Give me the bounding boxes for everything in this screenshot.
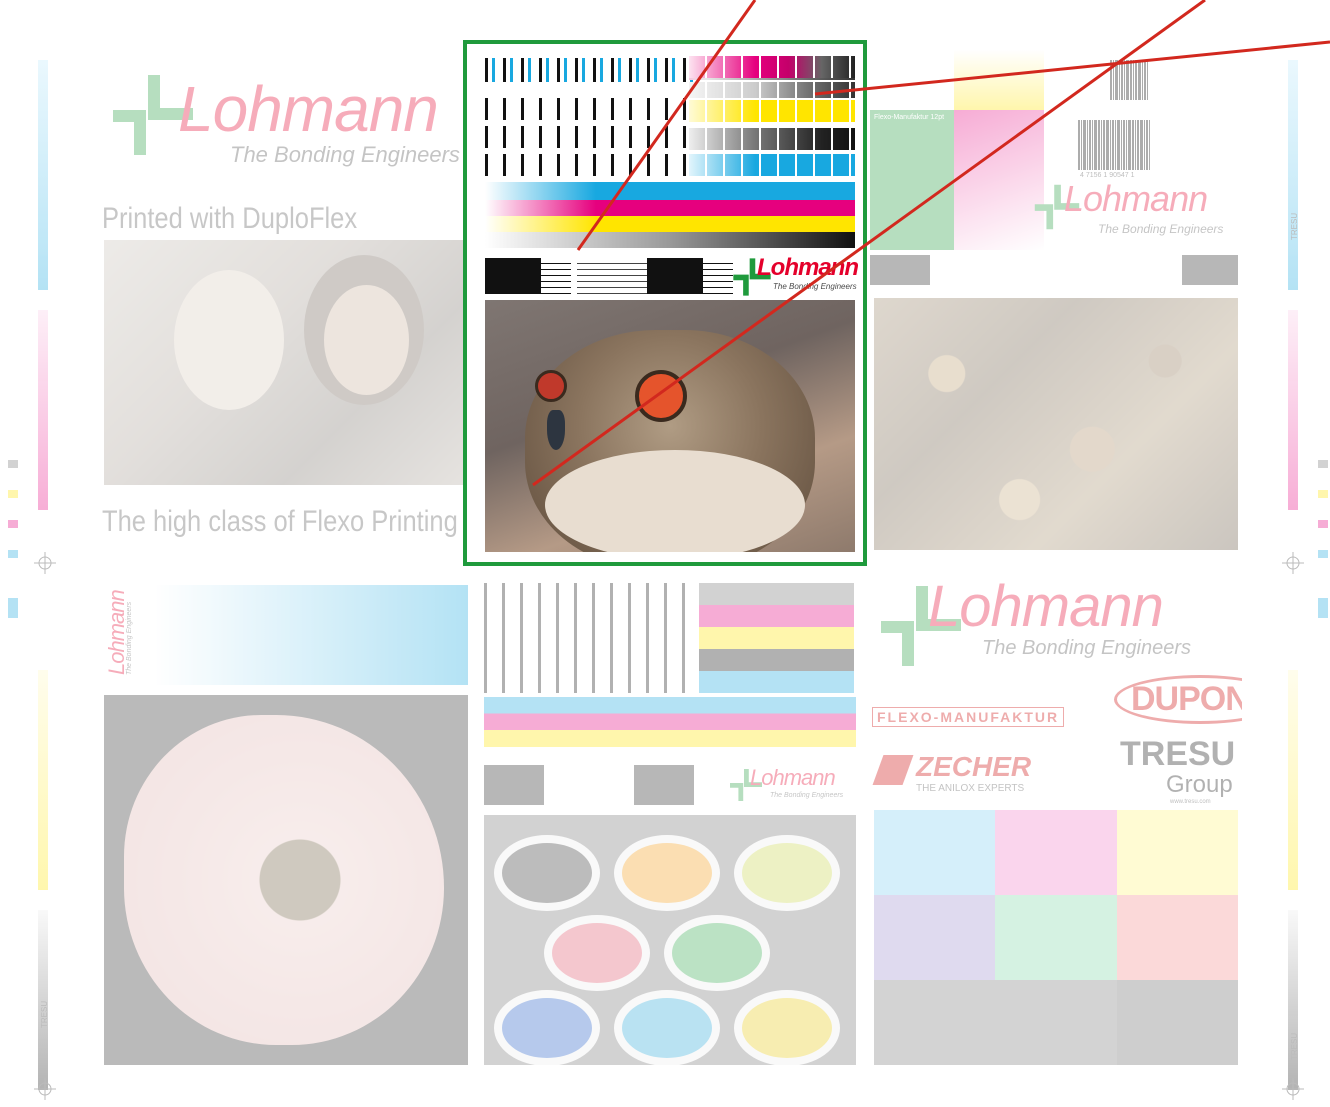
annotation-line-3	[814, 40, 1330, 96]
annotation-line-1	[576, 0, 757, 251]
annotation-lines	[532, 0, 1330, 487]
annotation-line-2	[532, 0, 1206, 487]
